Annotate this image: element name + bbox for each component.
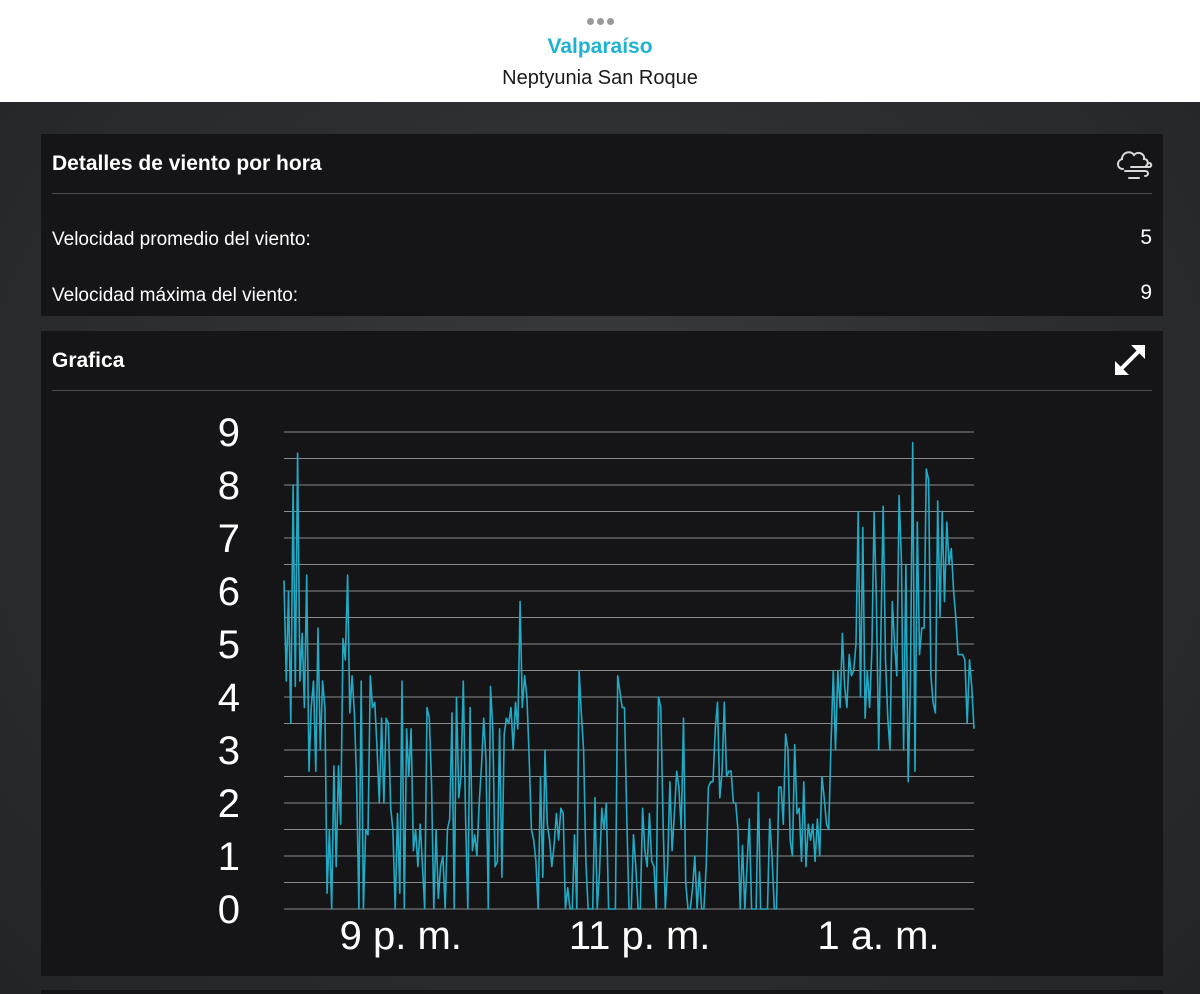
- station-subtitle: Neptyunia San Roque: [502, 67, 698, 89]
- x-tick-label: 11 p. m.: [569, 914, 711, 958]
- location-title: Valparaíso: [547, 35, 653, 58]
- y-tick-label: 9: [218, 411, 240, 455]
- more-options-icon[interactable]: [586, 12, 618, 25]
- y-tick-label: 7: [218, 517, 240, 561]
- max-wind-value: 9: [1140, 281, 1152, 304]
- y-tick-label: 5: [218, 623, 240, 667]
- app-header: Valparaíso Neptyunia San Roque: [0, 0, 1200, 102]
- wind-details-card: Detalles de viento por hora Velocidad pr…: [41, 134, 1163, 316]
- y-tick-label: 2: [218, 782, 240, 826]
- avg-wind-label: Velocidad promedio del viento:: [52, 229, 311, 250]
- x-tick-label: 1 a. m.: [817, 914, 939, 958]
- next-card-edge: [41, 990, 1163, 994]
- x-tick-label: 9 p. m.: [340, 914, 462, 958]
- card-divider: [52, 193, 1152, 194]
- y-tick-label: 0: [218, 888, 240, 932]
- avg-wind-value: 5: [1140, 226, 1152, 249]
- chart-title: Grafica: [52, 349, 125, 372]
- y-tick-label: 4: [218, 676, 240, 720]
- chart-card: Grafica 0 1 2 3 4 5 6 7 8 9 9 p. m. 11 p. m. 1 a. m.: [41, 331, 1163, 976]
- wind-details-title: Detalles de viento por hora: [52, 152, 322, 175]
- y-tick-label: 3: [218, 729, 240, 773]
- y-tick-label: 8: [218, 464, 240, 508]
- y-tick-label: 6: [218, 570, 240, 614]
- max-wind-label: Velocidad máxima del viento:: [52, 285, 299, 306]
- expand-icon[interactable]: [1111, 341, 1149, 384]
- y-tick-label: 1: [218, 835, 240, 879]
- wind-cloud-icon: [1115, 147, 1153, 186]
- wind-speed-chart: 0 1 2 3 4 5 6 7 8 9 9 p. m. 11 p. m. 1 a. m.: [218, 411, 975, 958]
- wind-speed-series-line: [283, 441, 975, 910]
